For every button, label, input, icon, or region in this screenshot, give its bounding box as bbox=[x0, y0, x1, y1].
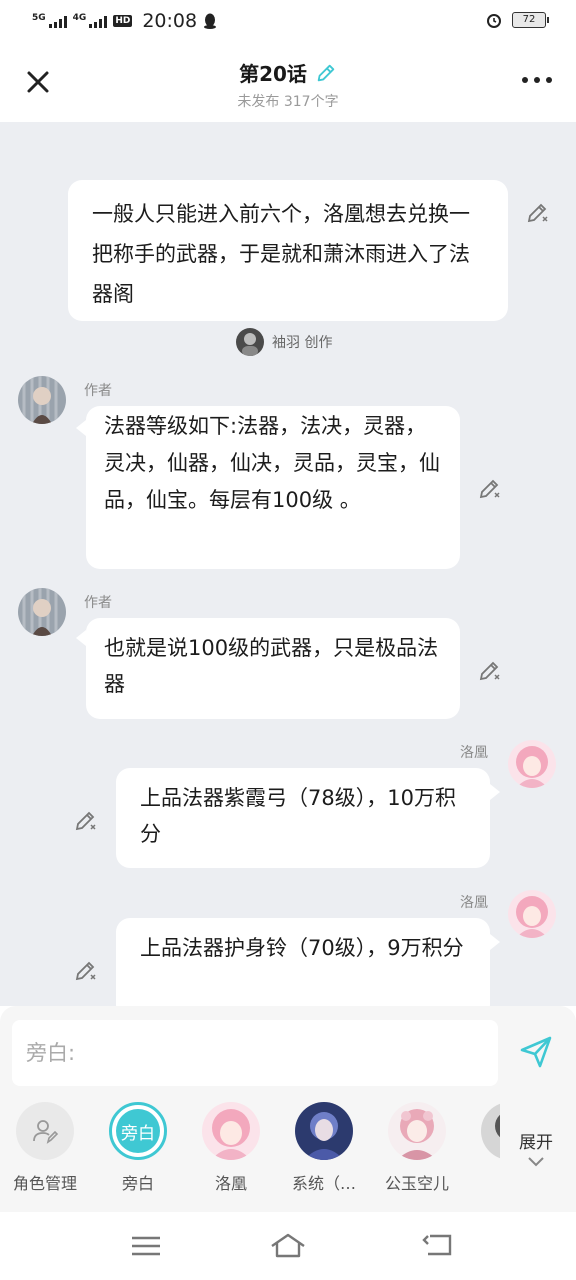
menu-icon[interactable] bbox=[126, 1230, 166, 1260]
system-nav-bar bbox=[0, 1212, 576, 1280]
home-icon[interactable] bbox=[268, 1230, 308, 1260]
gongyu-role-avatar bbox=[388, 1102, 446, 1160]
send-icon[interactable] bbox=[518, 1034, 554, 1070]
signal-5g-icon: 5G bbox=[32, 14, 67, 28]
role-gongyu-konger[interactable]: 公玉空儿 bbox=[372, 1102, 462, 1194]
input-panel: 角色管理 旁白 旁白 洛凰 系统（… 公玉空儿 bbox=[0, 1006, 576, 1212]
author-message-text: 也就是说100级的武器，只是极品法器 bbox=[104, 636, 439, 696]
role-narration[interactable]: 旁白 旁白 bbox=[93, 1102, 183, 1194]
status-left: 5G 4G HD 20:08 bbox=[32, 10, 217, 32]
creator-name: 袖羽 创作 bbox=[272, 335, 333, 351]
creator-row: 袖羽 创作 bbox=[236, 328, 332, 356]
role-label: 萧 bbox=[465, 1170, 500, 1194]
role-manage-circle bbox=[16, 1102, 74, 1160]
bubble-tail bbox=[76, 420, 86, 436]
author-bubble[interactable]: 也就是说100级的武器，只是极品法器 bbox=[86, 618, 460, 719]
role-label: 旁白 bbox=[121, 1174, 154, 1193]
sender-name: 作者 bbox=[84, 383, 112, 399]
edit-title-icon[interactable] bbox=[315, 62, 337, 84]
chapter-title: 第20话 bbox=[239, 62, 307, 86]
title-row[interactable]: 第20话 bbox=[239, 58, 337, 87]
narration-badge: 旁白 bbox=[116, 1109, 160, 1153]
role-manage-button[interactable]: 角色管理 bbox=[0, 1102, 90, 1194]
role-label: 系统（… bbox=[291, 1174, 356, 1193]
signal-4g-icon: 4G bbox=[73, 14, 108, 28]
sender-name: 作者 bbox=[84, 595, 112, 611]
role-label: 角色管理 bbox=[12, 1174, 77, 1193]
header: 第20话 未发布 317个字 bbox=[0, 44, 576, 122]
hd-badge: HD bbox=[113, 15, 133, 27]
author-message-text: 法器等级如下:法器，法决，灵器，灵决，仙器，仙决，灵品，灵宝，仙品，仙宝。每层有… bbox=[104, 414, 440, 512]
luohuang-role-avatar bbox=[202, 1102, 260, 1160]
status-bar: 5G 4G HD 20:08 72 bbox=[0, 0, 576, 44]
luohuang-bubble[interactable]: 上品法器紫霞弓（78级），10万积分 bbox=[116, 768, 490, 868]
narration-text: 一般人只能进入前六个，洛凰想去兑换一把称手的武器，于是就和萧沐雨进入了法器阁 bbox=[92, 202, 470, 306]
creator-avatar bbox=[236, 328, 264, 356]
expand-button[interactable]: 展开 bbox=[514, 1128, 558, 1173]
luohuang-bubble[interactable]: 上品法器护身铃（70级），9万积分 bbox=[116, 918, 490, 1006]
luohuang-message-text: 上品法器护身铃（70级），9万积分 bbox=[140, 936, 464, 960]
chevron-down-icon bbox=[528, 1157, 544, 1167]
battery-indicator: 72 bbox=[512, 12, 549, 28]
narration-bubble[interactable]: 一般人只能进入前六个，洛凰想去兑换一把称手的武器，于是就和萧沐雨进入了法器阁 bbox=[68, 180, 508, 321]
luohuang-avatar[interactable] bbox=[508, 740, 556, 788]
input-box[interactable] bbox=[12, 1020, 498, 1086]
narration-input[interactable] bbox=[12, 1020, 498, 1086]
sender-name: 洛凰 bbox=[460, 745, 488, 761]
status-time: 20:08 bbox=[142, 10, 198, 32]
bubble-tail bbox=[490, 784, 500, 800]
author-bubble[interactable]: 法器等级如下:法器，法决，灵器，灵决，仙器，仙决，灵品，灵宝，仙品，仙宝。每层有… bbox=[86, 406, 460, 569]
title-block: 第20话 未发布 317个字 bbox=[0, 58, 576, 111]
chat-area[interactable]: 一般人只能进入前六个，洛凰想去兑换一把称手的武器，于是就和萧沐雨进入了法器阁 袖… bbox=[0, 122, 576, 1006]
expand-label: 展开 bbox=[519, 1133, 553, 1153]
edit-message-icon[interactable] bbox=[74, 808, 98, 832]
role-luohuang[interactable]: 洛凰 bbox=[186, 1102, 276, 1194]
chapter-status: 未发布 317个字 bbox=[237, 94, 339, 110]
role-label: 公玉空儿 bbox=[384, 1174, 449, 1193]
luohuang-message-text: 上品法器紫霞弓（78级），10万积分 bbox=[140, 786, 456, 846]
bubble-tail bbox=[76, 630, 86, 646]
system-role-avatar bbox=[295, 1102, 353, 1160]
edit-message-icon[interactable] bbox=[478, 476, 502, 500]
back-icon[interactable] bbox=[420, 1230, 460, 1260]
role-label: 洛凰 bbox=[214, 1174, 247, 1193]
user-edit-icon bbox=[33, 1120, 59, 1144]
author-avatar[interactable] bbox=[18, 588, 66, 636]
bubble-tail bbox=[490, 934, 500, 950]
role-selector[interactable]: 角色管理 旁白 旁白 洛凰 系统（… 公玉空儿 bbox=[0, 1102, 500, 1206]
role-xiao[interactable]: 萧 bbox=[465, 1102, 500, 1194]
xiao-role-avatar bbox=[481, 1102, 500, 1160]
edit-message-icon[interactable] bbox=[526, 200, 550, 224]
luohuang-avatar[interactable] bbox=[508, 890, 556, 938]
more-icon[interactable] bbox=[522, 74, 552, 86]
edit-message-icon[interactable] bbox=[478, 658, 502, 682]
status-right: 72 bbox=[486, 12, 549, 28]
author-avatar[interactable] bbox=[18, 376, 66, 424]
role-system[interactable]: 系统（… bbox=[279, 1102, 369, 1194]
sender-name: 洛凰 bbox=[460, 895, 488, 911]
narration-circle: 旁白 bbox=[109, 1102, 167, 1160]
edit-message-icon[interactable] bbox=[74, 958, 98, 982]
penguin-icon bbox=[204, 13, 217, 29]
alarm-icon bbox=[487, 14, 501, 28]
